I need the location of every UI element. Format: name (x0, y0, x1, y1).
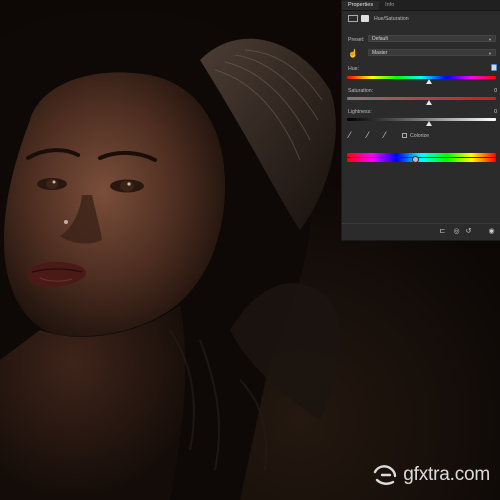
colorize-checkbox[interactable] (402, 133, 407, 138)
chevron-down-icon: ▼ (488, 37, 492, 42)
saturation-value[interactable]: 0 (494, 88, 497, 94)
panel-tabs: Properties Info (342, 0, 500, 11)
eyedropper-minus-icon[interactable]: ⁄ (384, 130, 386, 140)
watermark-logo-icon (374, 465, 397, 485)
input-color-bar (347, 153, 496, 157)
panel-bottom-bar: ⊏ ◎ ↺ ◉ (342, 223, 500, 240)
channel-value: Master (372, 50, 388, 56)
watermark: gfxtra.com (373, 460, 490, 490)
preset-value: Default (372, 36, 388, 42)
colorize-label: Colorize (410, 133, 430, 139)
targeted-adjustment-hand-icon[interactable]: ☝ (348, 49, 358, 58)
lightness-label: Lightness: (348, 109, 372, 115)
chevron-down-icon: ▼ (488, 51, 492, 56)
tab-info[interactable]: Info (379, 1, 400, 10)
properties-panel: Properties Info Hue/Saturation Preset: D… (341, 0, 500, 241)
eyedropper-icon[interactable]: ⁄ (349, 130, 351, 140)
watermark-text: gfxtra.com (403, 464, 490, 485)
adjustment-title: Hue/Saturation (374, 16, 409, 22)
channel-dropdown[interactable]: Master ▼ (368, 49, 496, 56)
lightness-slider-track[interactable] (347, 118, 496, 121)
lightness-slider-thumb[interactable] (426, 121, 432, 126)
saturation-label: Saturation: (348, 88, 374, 94)
toggle-visibility-icon[interactable]: ◉ (487, 228, 496, 236)
clip-to-layer-icon[interactable]: ⊏ (438, 228, 447, 236)
layer-mask-icon[interactable] (361, 15, 369, 22)
saturation-slider-thumb[interactable] (426, 100, 432, 105)
preset-dropdown[interactable]: Default ▼ (368, 35, 496, 42)
reset-icon[interactable]: ↺ (464, 228, 473, 236)
tab-properties[interactable]: Properties (342, 1, 380, 10)
saturation-slider-track[interactable] (347, 97, 496, 100)
output-color-bar (347, 158, 496, 162)
hue-slider-thumb[interactable] (426, 79, 432, 84)
view-previous-state-icon[interactable]: ◎ (452, 228, 461, 236)
hue-label: Hue: (348, 66, 359, 72)
hue-slider-track[interactable] (347, 76, 496, 79)
lightness-value[interactable]: 0 (494, 109, 497, 115)
range-slider-handle[interactable] (412, 156, 419, 163)
hue-value-field[interactable] (491, 64, 497, 71)
eyedropper-plus-icon[interactable]: ⁄ (367, 130, 369, 140)
adjustment-layer-icon (348, 15, 358, 22)
preset-label: Preset: (348, 37, 365, 43)
